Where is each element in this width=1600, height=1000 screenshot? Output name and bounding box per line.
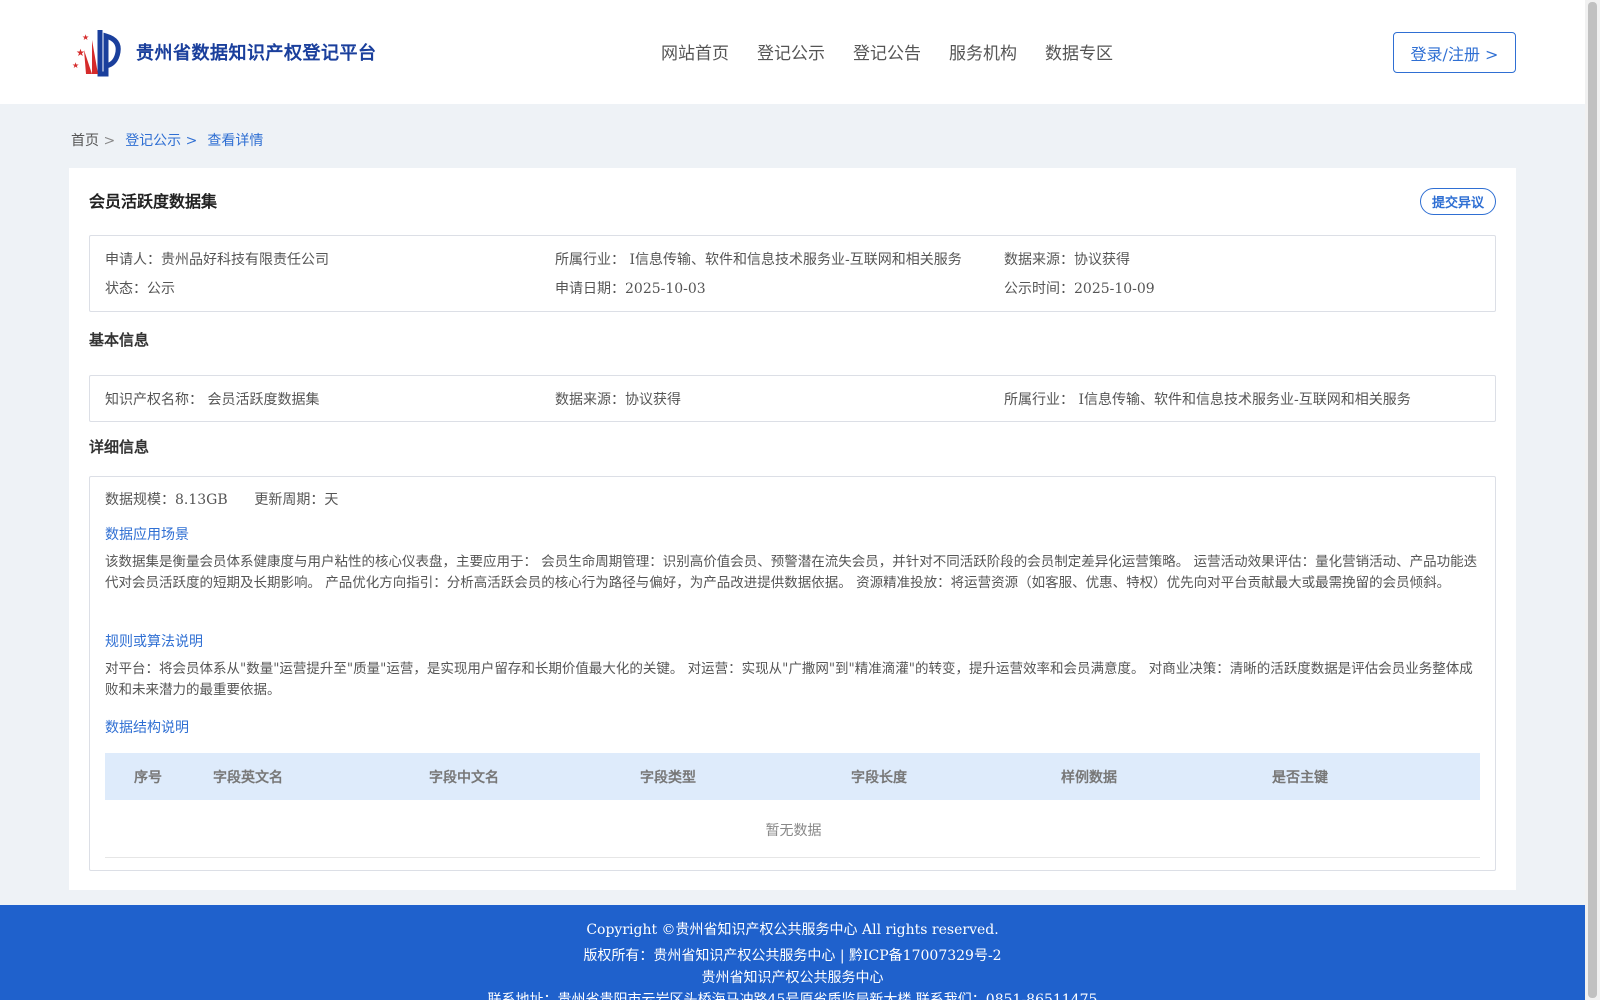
nav-registration-announcement[interactable]: 登记公告 — [853, 39, 921, 64]
breadcrumb-home[interactable]: 首页 > — [71, 130, 115, 150]
col-type: 字段类型 — [640, 770, 696, 786]
footer-org: 贵州省知识产权公共服务中心 — [701, 970, 884, 986]
publish-time-field: 公示时间：2025-10-09 — [1004, 281, 1155, 297]
basic-info-box: 知识产权名称： 会员活跃度数据集 数据来源：协议获得 所属行业： I信息传输、软… — [89, 375, 1496, 422]
svg-text:★: ★ — [82, 33, 89, 42]
col-chinese-name: 字段中文名 — [429, 770, 499, 786]
scrollbar-thumb[interactable] — [1588, 2, 1597, 998]
breadcrumb-publicity[interactable]: 登记公示 > — [125, 130, 197, 150]
footer-rights: 版权所有：贵州省知识产权公共服务中心 | 黔ICP备17007329号-2 — [583, 948, 1002, 964]
page-scrollbar[interactable] — [1585, 0, 1600, 1000]
table-divider — [105, 857, 1480, 858]
submit-objection-button[interactable]: 提交异议 — [1420, 188, 1496, 215]
nav-registration-publicity[interactable]: 登记公示 — [757, 39, 825, 64]
basic-info-title: 基本信息 — [89, 331, 150, 349]
col-primary-key: 是否主键 — [1272, 770, 1328, 786]
basic-industry-field: 所属行业： I信息传输、软件和信息技术服务业-互联网和相关服务 — [1004, 392, 1411, 408]
svg-text:★: ★ — [72, 61, 79, 70]
breadcrumb-current: 查看详情 — [207, 133, 264, 149]
footer-copyright: Copyright ©贵州省知识产权公共服务中心 All rights rese… — [586, 922, 999, 938]
site-header: ★ ★ ★ 贵州省数据知识产权登记平台 网站首页 登记公示 登记公告 服务机构 … — [0, 0, 1585, 104]
site-name: 贵州省数据知识产权登记平台 — [136, 43, 377, 64]
breadcrumb: 首页 > 登记公示 > 查看详情 — [71, 130, 273, 150]
col-english-name: 字段英文名 — [213, 770, 283, 786]
structure-table-header: 序号 字段英文名 字段中文名 字段类型 字段长度 样例数据 是否主键 — [105, 753, 1480, 800]
data-scale-field: 数据规模：8.13GB 更新周期：天 — [105, 492, 339, 508]
industry-field: 所属行业： I信息传输、软件和信息技术服务业-互联网和相关服务 — [555, 252, 962, 268]
rule-text: 对平台：将会员体系从"数量"运营提升至"质量"运营，是实现用户留存和长期价值最大… — [105, 661, 1473, 698]
nav-home[interactable]: 网站首页 — [661, 39, 729, 64]
status-field: 状态：公示 — [105, 281, 175, 297]
application-scene-text: 该数据集是衡量会员体系健康度与用户粘性的核心仪表盘，主要应用于： 会员生命周期管… — [105, 554, 1478, 591]
col-index: 序号 — [134, 770, 162, 786]
table-empty-text: 暂无数据 — [765, 823, 822, 839]
detail-card: 会员活跃度数据集 提交异议 申请人：贵州品好科技有限责任公司 所属行业： I信息… — [69, 168, 1516, 890]
page-title: 会员活跃度数据集 — [89, 192, 218, 211]
site-footer: Copyright ©贵州省知识产权公共服务中心 All rights rese… — [0, 905, 1585, 1000]
applicant-field: 申请人：贵州品好科技有限责任公司 — [105, 252, 329, 268]
application-scene-title: 数据应用场景 — [105, 527, 189, 543]
site-logo[interactable]: ★ ★ ★ 贵州省数据知识产权登记平台 — [70, 26, 377, 78]
nav-service-agencies[interactable]: 服务机构 — [949, 39, 1017, 64]
detail-info-title: 详细信息 — [89, 438, 150, 456]
nav-data-zone[interactable]: 数据专区 — [1045, 39, 1113, 64]
col-sample: 样例数据 — [1061, 770, 1117, 786]
svg-text:★: ★ — [76, 48, 85, 59]
logo-emblem-icon: ★ ★ ★ — [72, 30, 121, 77]
ip-name-field: 知识产权名称： 会员活跃度数据集 — [105, 392, 320, 408]
basic-source-field: 数据来源：协议获得 — [555, 392, 681, 408]
col-length: 字段长度 — [851, 770, 907, 786]
main-nav: 网站首页 登记公示 登记公告 服务机构 数据专区 — [661, 39, 1141, 64]
login-register-button[interactable]: 登录/注册 > — [1393, 32, 1516, 73]
apply-date-field: 申请日期：2025-10-03 — [555, 281, 706, 297]
rule-title: 规则或算法说明 — [105, 634, 203, 650]
source-field: 数据来源：协议获得 — [1004, 252, 1130, 268]
footer-contact: 联系地址：贵州省贵阳市云岩区头桥海马冲路45号原省质监局新大楼 联系我们：085… — [487, 992, 1098, 1000]
structure-title: 数据结构说明 — [105, 720, 189, 736]
detail-info-box: 数据规模：8.13GB 更新周期：天 数据应用场景 该数据集是衡量会员体系健康度… — [89, 476, 1496, 871]
summary-box: 申请人：贵州品好科技有限责任公司 所属行业： I信息传输、软件和信息技术服务业-… — [89, 235, 1496, 312]
